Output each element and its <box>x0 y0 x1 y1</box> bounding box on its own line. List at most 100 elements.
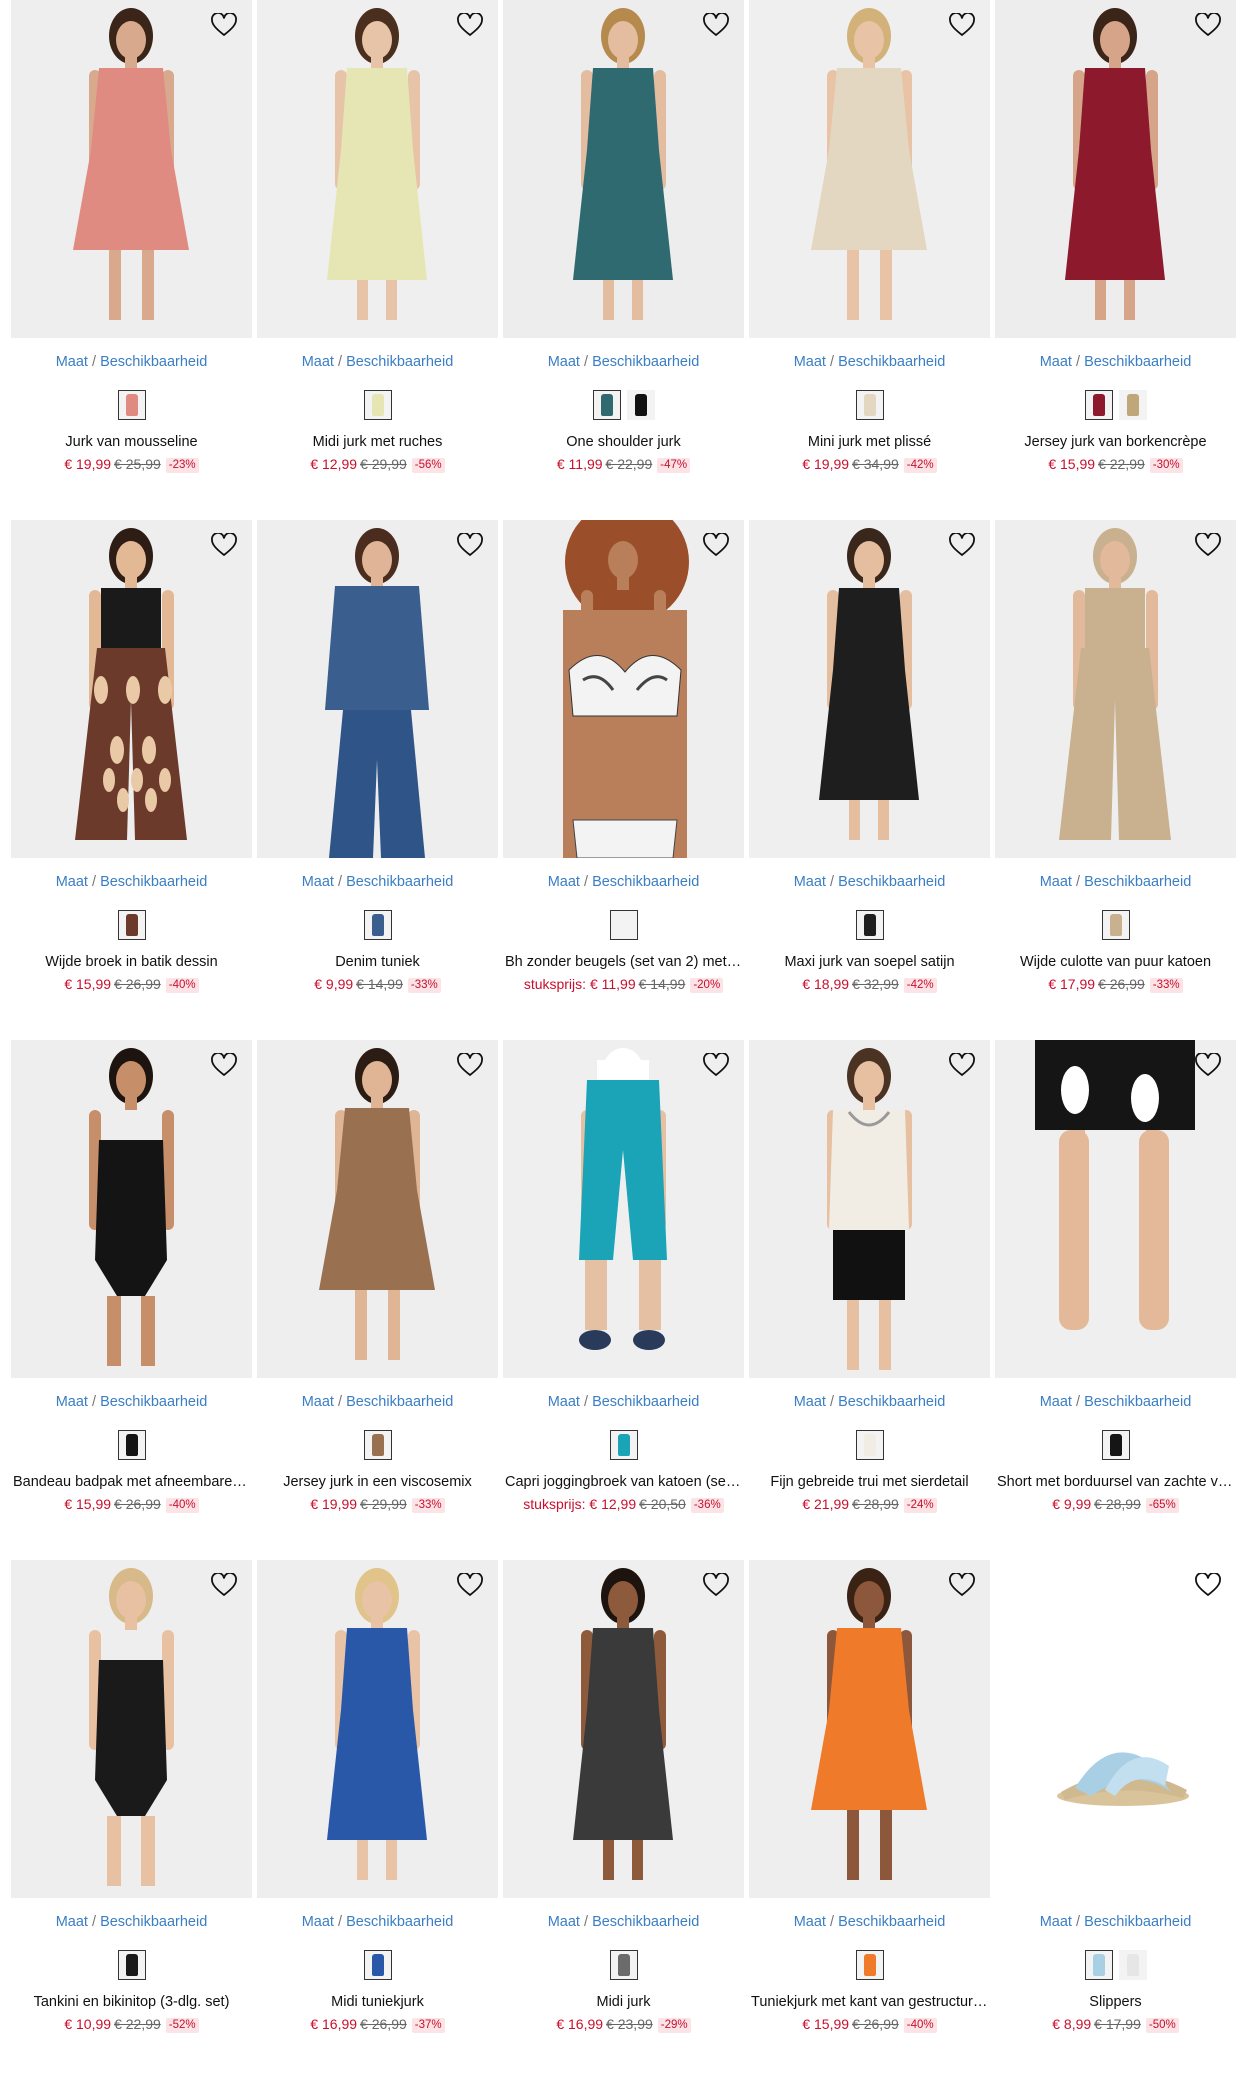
product-image[interactable] <box>749 1560 990 1898</box>
product-card[interactable]: Maat / Beschikbaarheid Tankini en bikini… <box>11 1560 252 2080</box>
product-image[interactable] <box>11 1040 252 1378</box>
size-availability-link[interactable]: Maat / Beschikbaarheid <box>11 1392 252 1412</box>
product-name[interactable]: Bandeau badpak met afneembare bandjes <box>11 1472 252 1492</box>
size-label[interactable]: Maat <box>1040 1394 1072 1410</box>
size-availability-link[interactable]: Maat / Beschikbaarheid <box>503 352 744 372</box>
color-swatch[interactable] <box>855 1950 884 1980</box>
product-image[interactable] <box>749 0 990 338</box>
availability-label[interactable]: Beschikbaarheid <box>346 1394 453 1410</box>
product-name[interactable]: Capri joggingbroek van katoen (set van 2… <box>503 1472 744 1492</box>
color-swatch[interactable] <box>609 1950 638 1980</box>
wishlist-heart-icon[interactable] <box>454 1570 486 1600</box>
product-name[interactable]: Tankini en bikinitop (3-dlg. set) <box>11 1992 252 2012</box>
product-image[interactable] <box>749 520 990 858</box>
product-name[interactable]: Mini jurk met plissé <box>749 432 990 452</box>
size-availability-link[interactable]: Maat / Beschikbaarheid <box>749 352 990 372</box>
product-image[interactable] <box>503 1040 744 1378</box>
size-availability-link[interactable]: Maat / Beschikbaarheid <box>257 1912 498 1932</box>
wishlist-heart-icon[interactable] <box>700 1570 732 1600</box>
product-name[interactable]: Wijde broek in batik dessin <box>11 952 252 972</box>
product-card[interactable]: Maat / Beschikbaarheid Wijde culotte van… <box>995 520 1236 1040</box>
size-availability-link[interactable]: Maat / Beschikbaarheid <box>749 1392 990 1412</box>
product-image[interactable] <box>503 0 744 338</box>
product-card[interactable]: Maat / Beschikbaarheid Maxi jurk van soe… <box>749 520 990 1040</box>
availability-label[interactable]: Beschikbaarheid <box>1084 1394 1191 1410</box>
product-card[interactable]: Maat / Beschikbaarheid Jersey jurk van b… <box>995 0 1236 520</box>
product-card[interactable]: Maat / Beschikbaarheid Short met borduur… <box>995 1040 1236 1560</box>
product-name[interactable]: Maxi jurk van soepel satijn <box>749 952 990 972</box>
product-name[interactable]: Tuniekjurk met kant van gestructureerd m… <box>749 1992 990 2012</box>
product-card[interactable]: Maat / Beschikbaarheid Midi tuniekjurk €… <box>257 1560 498 2080</box>
wishlist-heart-icon[interactable] <box>454 1050 486 1080</box>
availability-label[interactable]: Beschikbaarheid <box>838 354 945 370</box>
product-image[interactable] <box>11 1560 252 1898</box>
color-swatch[interactable] <box>1084 390 1113 420</box>
product-card[interactable]: Maat / Beschikbaarheid Fijn gebreide tru… <box>749 1040 990 1560</box>
color-swatch[interactable] <box>363 390 392 420</box>
wishlist-heart-icon[interactable] <box>208 1570 240 1600</box>
wishlist-heart-icon[interactable] <box>208 10 240 40</box>
availability-label[interactable]: Beschikbaarheid <box>1084 354 1191 370</box>
size-label[interactable]: Maat <box>1040 874 1072 890</box>
product-card[interactable]: Maat / Beschikbaarheid Midi jurk € 16,99… <box>503 1560 744 2080</box>
size-label[interactable]: Maat <box>56 1914 88 1930</box>
product-image[interactable] <box>995 0 1236 338</box>
availability-label[interactable]: Beschikbaarheid <box>592 354 699 370</box>
size-label[interactable]: Maat <box>794 354 826 370</box>
size-label[interactable]: Maat <box>548 354 580 370</box>
product-image[interactable] <box>11 0 252 338</box>
color-swatch[interactable] <box>1101 1430 1130 1460</box>
product-name[interactable]: Denim tuniek <box>257 952 498 972</box>
product-image[interactable] <box>995 1040 1236 1378</box>
wishlist-heart-icon[interactable] <box>208 530 240 560</box>
size-availability-link[interactable]: Maat / Beschikbaarheid <box>749 1912 990 1932</box>
color-swatch[interactable] <box>855 390 884 420</box>
availability-label[interactable]: Beschikbaarheid <box>346 874 453 890</box>
wishlist-heart-icon[interactable] <box>1192 1050 1224 1080</box>
wishlist-heart-icon[interactable] <box>1192 1570 1224 1600</box>
product-name[interactable]: Bh zonder beugels (set van 2) met gerecy… <box>503 952 744 972</box>
wishlist-heart-icon[interactable] <box>700 530 732 560</box>
size-availability-link[interactable]: Maat / Beschikbaarheid <box>257 352 498 372</box>
product-card[interactable]: Maat / Beschikbaarheid Jurk van mousseli… <box>11 0 252 520</box>
product-name[interactable]: Midi tuniekjurk <box>257 1992 498 2012</box>
product-image[interactable] <box>257 0 498 338</box>
color-swatch[interactable] <box>117 910 146 940</box>
size-availability-link[interactable]: Maat / Beschikbaarheid <box>503 872 744 892</box>
product-name[interactable]: One shoulder jurk <box>503 432 744 452</box>
size-label[interactable]: Maat <box>794 1914 826 1930</box>
size-availability-link[interactable]: Maat / Beschikbaarheid <box>257 872 498 892</box>
product-name[interactable]: Wijde culotte van puur katoen <box>995 952 1236 972</box>
size-availability-link[interactable]: Maat / Beschikbaarheid <box>995 1912 1236 1932</box>
product-card[interactable]: Maat / Beschikbaarheid Denim tuniek € 9,… <box>257 520 498 1040</box>
color-swatch[interactable] <box>117 1950 146 1980</box>
product-card[interactable]: Maat / Beschikbaarheid Capri joggingbroe… <box>503 1040 744 1560</box>
size-label[interactable]: Maat <box>302 1394 334 1410</box>
wishlist-heart-icon[interactable] <box>208 1050 240 1080</box>
size-label[interactable]: Maat <box>302 1914 334 1930</box>
color-swatch[interactable] <box>1101 910 1130 940</box>
size-availability-link[interactable]: Maat / Beschikbaarheid <box>11 872 252 892</box>
availability-label[interactable]: Beschikbaarheid <box>592 1914 699 1930</box>
size-label[interactable]: Maat <box>794 1394 826 1410</box>
product-card[interactable]: Maat / Beschikbaarheid Mini jurk met pli… <box>749 0 990 520</box>
availability-label[interactable]: Beschikbaarheid <box>838 1394 945 1410</box>
size-label[interactable]: Maat <box>302 354 334 370</box>
product-image[interactable] <box>995 1560 1236 1898</box>
size-label[interactable]: Maat <box>1040 1914 1072 1930</box>
wishlist-heart-icon[interactable] <box>700 10 732 40</box>
product-card[interactable]: Maat / Beschikbaarheid Bh zonder beugels… <box>503 520 744 1040</box>
availability-label[interactable]: Beschikbaarheid <box>100 1914 207 1930</box>
size-availability-link[interactable]: Maat / Beschikbaarheid <box>11 352 252 372</box>
size-availability-link[interactable]: Maat / Beschikbaarheid <box>503 1912 744 1932</box>
color-swatch[interactable] <box>363 1430 392 1460</box>
product-image[interactable] <box>503 520 744 858</box>
wishlist-heart-icon[interactable] <box>946 530 978 560</box>
product-image[interactable] <box>503 1560 744 1898</box>
size-label[interactable]: Maat <box>548 1394 580 1410</box>
product-card[interactable]: Maat / Beschikbaarheid Bandeau badpak me… <box>11 1040 252 1560</box>
color-swatch[interactable] <box>609 910 638 940</box>
size-label[interactable]: Maat <box>794 874 826 890</box>
product-name[interactable]: Midi jurk met ruches <box>257 432 498 452</box>
product-card[interactable]: Maat / Beschikbaarheid Midi jurk met ruc… <box>257 0 498 520</box>
